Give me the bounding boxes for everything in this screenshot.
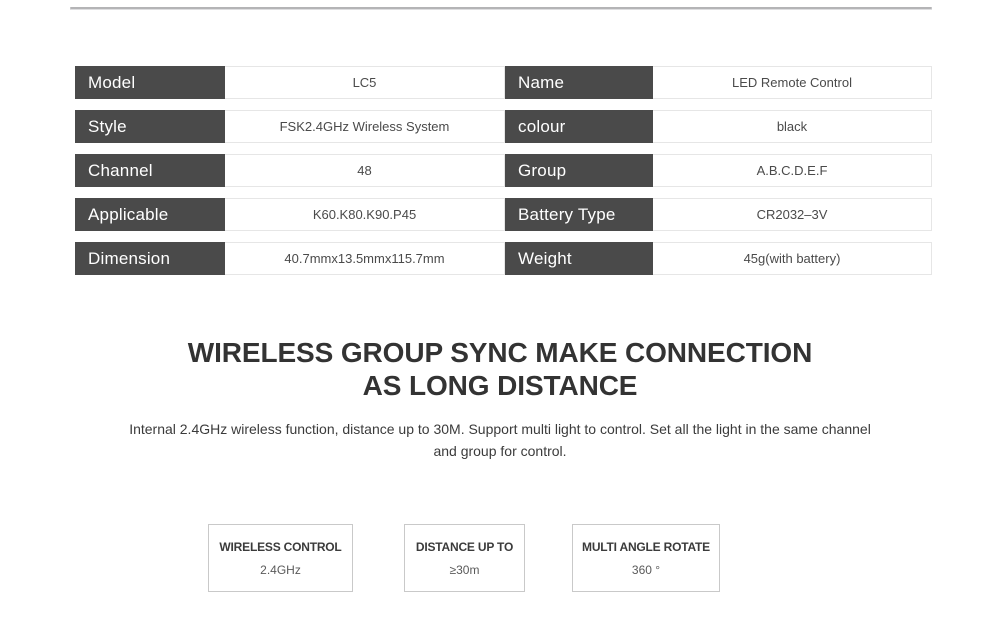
feature-title: MULTI ANGLE ROTATE xyxy=(582,539,710,554)
spec-value-channel: 48 xyxy=(225,154,505,187)
spec-value-model: LC5 xyxy=(225,66,505,99)
spec-label-group: Group xyxy=(505,154,653,187)
description-text: Internal 2.4GHz wireless function, dista… xyxy=(129,421,871,459)
top-divider xyxy=(70,7,932,11)
spec-value-colour: black xyxy=(653,110,932,143)
table-row: Applicable K60.K80.K90.P45 Battery Type … xyxy=(75,198,932,231)
spec-label-applicable: Applicable xyxy=(75,198,225,231)
feature-box-distance: DISTANCE UP TO ≥30m xyxy=(404,524,525,592)
feature-value: 360 ° xyxy=(631,562,661,577)
top-divider-shadow xyxy=(70,9,932,10)
feature-value: 2.4GHz xyxy=(260,562,301,577)
table-row: Style FSK2.4GHz Wireless System colour b… xyxy=(75,110,932,143)
feature-title: WIRELESS CONTROL xyxy=(219,539,342,554)
spec-value-battery-type: CR2032–3V xyxy=(653,198,932,231)
spec-value-weight: 45g(with battery) xyxy=(653,242,932,275)
feature-box-multi-angle-rotate: MULTI ANGLE ROTATE 360 ° xyxy=(572,524,720,592)
feature-value: ≥30m xyxy=(449,562,480,577)
spec-value-name: LED Remote Control xyxy=(653,66,932,99)
spec-value-style: FSK2.4GHz Wireless System xyxy=(225,110,505,143)
table-row: Channel 48 Group A.B.C.D.E.F xyxy=(75,154,932,187)
spec-label-colour: colour xyxy=(505,110,653,143)
headline-line-2: AS LONG DISTANCE xyxy=(362,370,638,401)
headline-line-1: WIRELESS GROUP SYNC MAKE CONNECTION xyxy=(187,337,813,368)
feature-box-wireless-control: WIRELESS CONTROL 2.4GHz xyxy=(208,524,353,592)
spec-label-battery-type: Battery Type xyxy=(505,198,653,231)
spec-label-channel: Channel xyxy=(75,154,225,187)
spec-value-dimension: 40.7mmx13.5mmx115.7mm xyxy=(225,242,505,275)
table-row: Model LC5 Name LED Remote Control xyxy=(75,66,932,99)
spec-label-dimension: Dimension xyxy=(75,242,225,275)
feature-title: DISTANCE UP TO xyxy=(415,539,514,554)
spec-label-style: Style xyxy=(75,110,225,143)
spec-value-group: A.B.C.D.E.F xyxy=(653,154,932,187)
spec-label-model: Model xyxy=(75,66,225,99)
spec-label-weight: Weight xyxy=(505,242,653,275)
spec-value-applicable: K60.K80.K90.P45 xyxy=(225,198,505,231)
specification-table: Model LC5 Name LED Remote Control Style … xyxy=(75,55,932,286)
feature-box-group: WIRELESS CONTROL 2.4GHz DISTANCE UP TO ≥… xyxy=(208,524,808,594)
table-row: Dimension 40.7mmx13.5mmx115.7mm Weight 4… xyxy=(75,242,932,275)
spec-label-name: Name xyxy=(505,66,653,99)
page-title: WIRELESS GROUP SYNC MAKE CONNECTION AS L… xyxy=(0,336,1000,402)
